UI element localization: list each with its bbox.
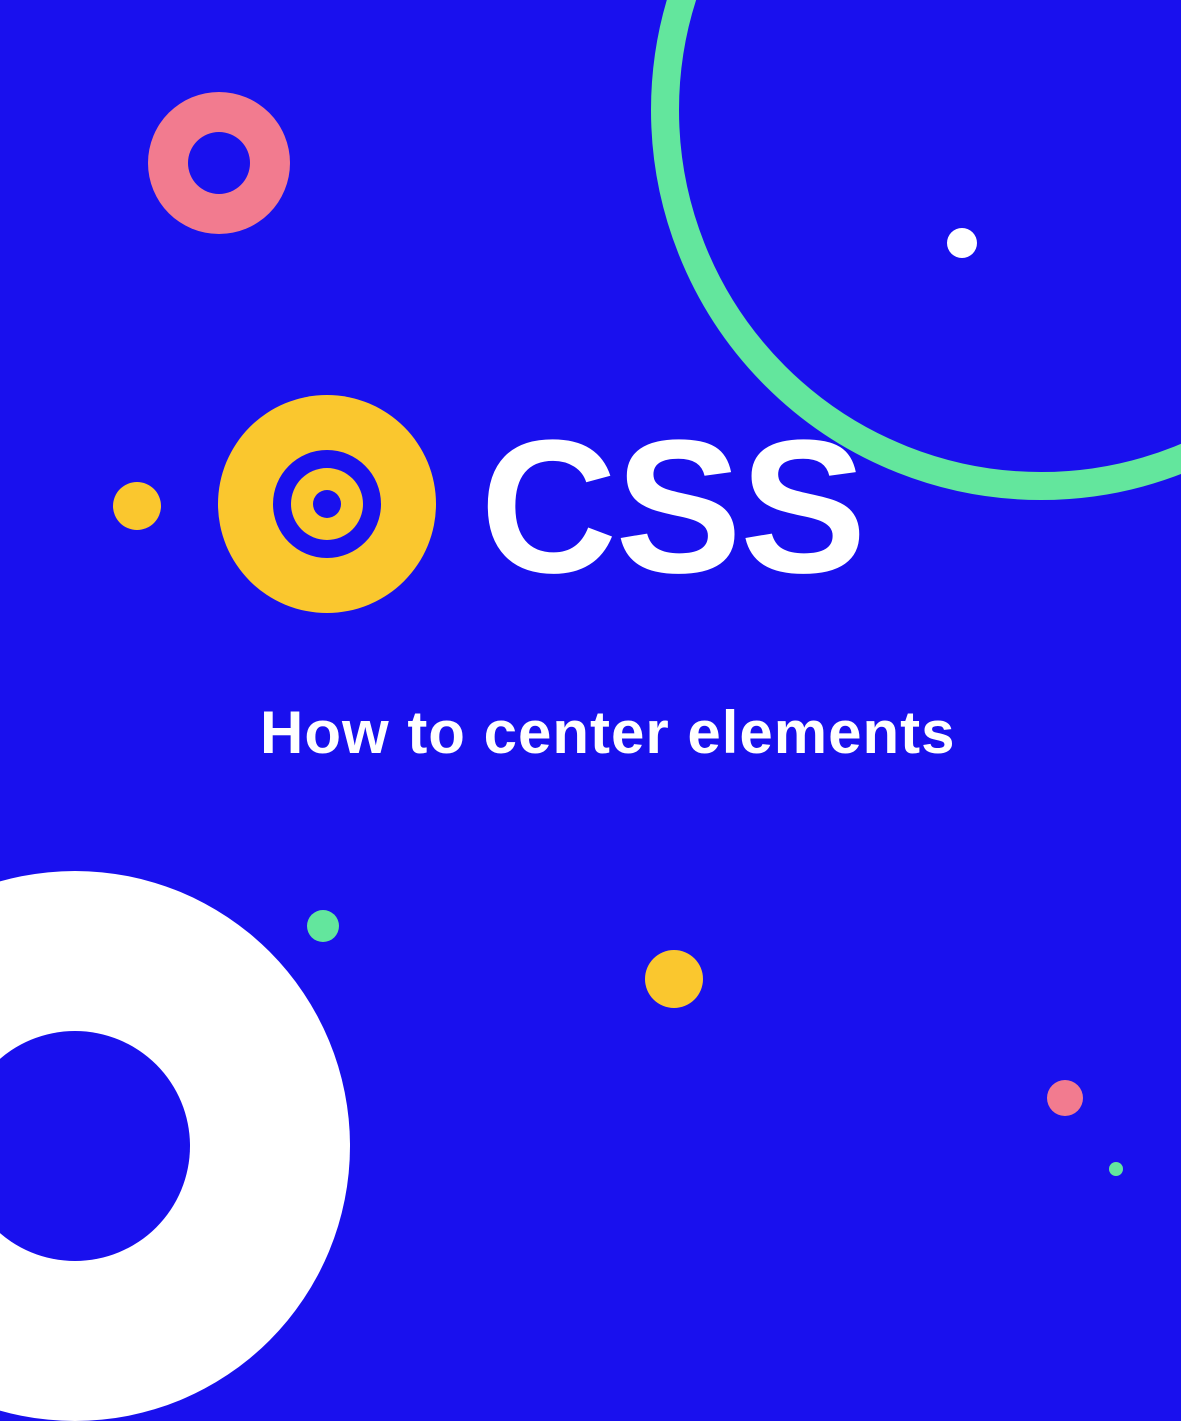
pink-ring-decoration (148, 92, 290, 234)
white-dot-decoration (947, 228, 977, 258)
yellow-dot-small-decoration (113, 482, 161, 530)
white-ring-decoration (0, 871, 350, 1421)
page-title: CSS (480, 412, 865, 602)
green-dot-tiny-decoration (1109, 1162, 1123, 1176)
page-subtitle: How to center elements (260, 698, 956, 767)
yellow-dot-lower-decoration (645, 950, 703, 1008)
graphic-canvas: CSS How to center elements (0, 0, 1181, 1181)
pink-dot-decoration (1047, 1080, 1083, 1116)
green-dot-decoration (307, 910, 339, 942)
yellow-target-icon (218, 395, 436, 613)
